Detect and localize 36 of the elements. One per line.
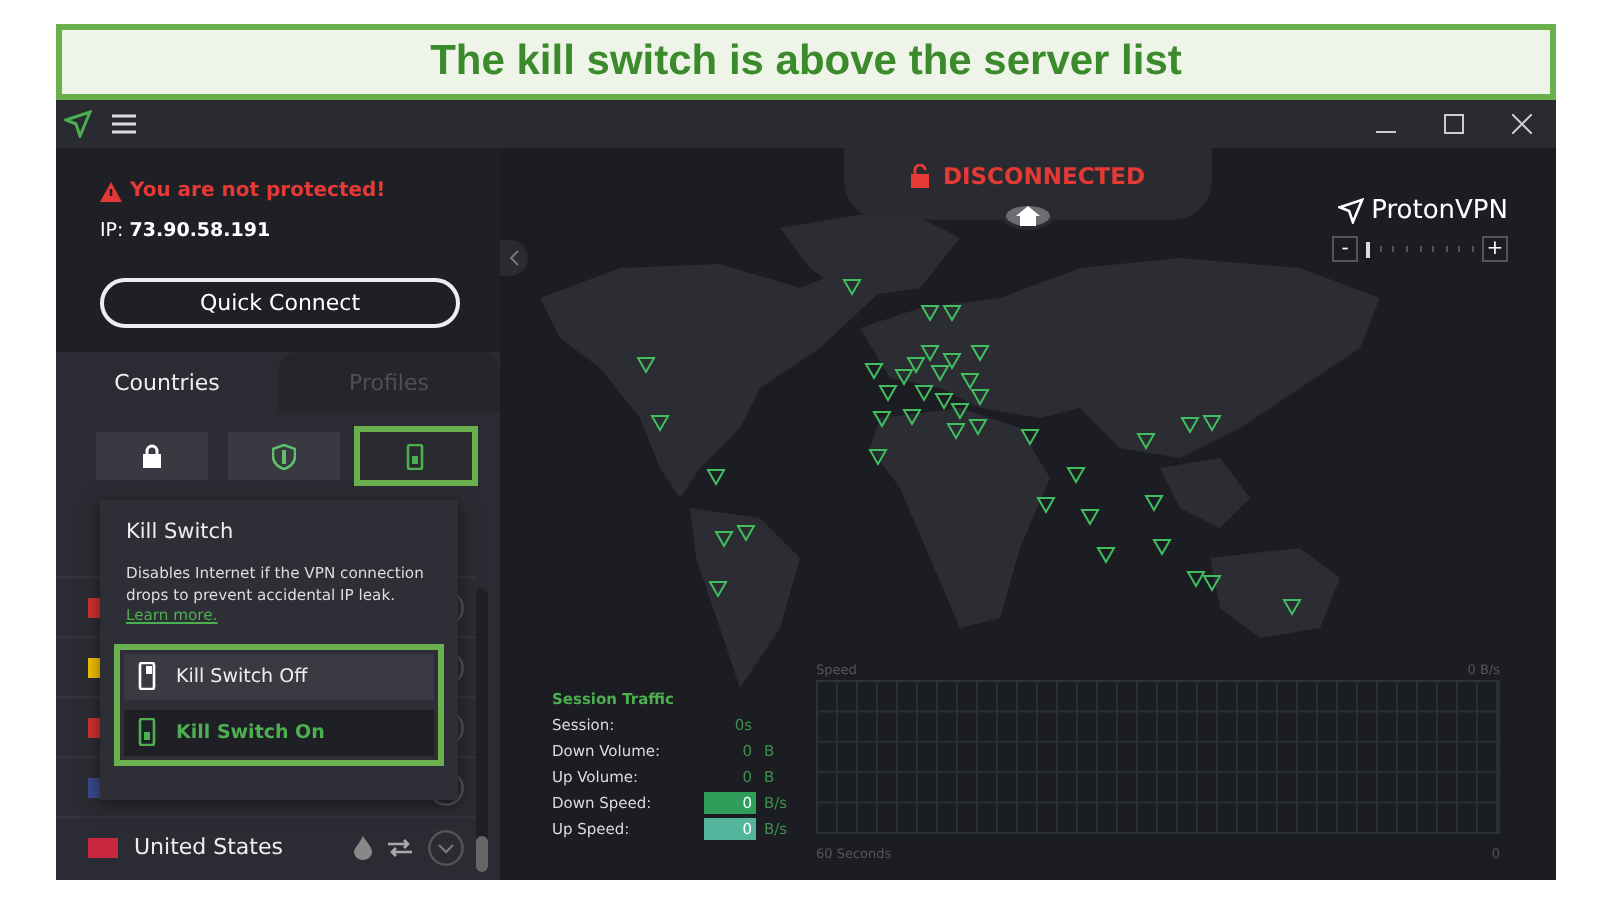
ip-label: IP: [100,220,124,242]
connection-status: DISCONNECTED [942,162,1146,190]
chevron-left-icon [508,250,520,266]
logo-icon [1337,198,1364,224]
ip-address: 73.90.58.191 [129,220,271,242]
caption-banner: The kill switch is above the server list [56,24,1556,100]
country-name[interactable]: United States [134,834,338,860]
switch-icon [406,443,426,469]
zoom-slider[interactable] [1366,241,1474,257]
collapse-chevron-button[interactable] [500,240,528,276]
expand-chevron-icon[interactable] [428,829,464,865]
kill-switch-option[interactable]: Kill Switch On [124,709,434,756]
scrollbar-thumb[interactable] [476,836,488,872]
switch-icon [138,718,158,747]
unlocked-padlock-icon [910,164,931,188]
maximize-icon[interactable] [1444,114,1464,134]
logo-icon [64,110,92,138]
close-icon[interactable] [1512,114,1532,134]
zoom-in-button[interactable]: + [1482,236,1508,262]
quick-connect-button[interactable]: Quick Connect [100,278,460,328]
p2p-icon [354,835,372,859]
brand-name: ProtonVPN [1371,196,1508,226]
swap-arrows-icon [388,837,412,857]
toggle-button[interactable] [96,432,208,480]
popup-title: Kill Switch [126,520,236,544]
toggle-button[interactable] [228,432,340,480]
home-button[interactable] [1002,202,1054,230]
shield-icon [272,443,296,469]
warning-icon [100,181,122,201]
zoom-out-button[interactable]: - [1332,236,1358,262]
warning-text: You are not protected! [130,180,386,202]
menu-icon[interactable] [112,114,136,134]
kill-switch-option[interactable]: Kill Switch Off [124,653,434,700]
switch-icon [138,662,158,691]
home-icon [1016,206,1040,226]
lock-icon [142,444,162,468]
